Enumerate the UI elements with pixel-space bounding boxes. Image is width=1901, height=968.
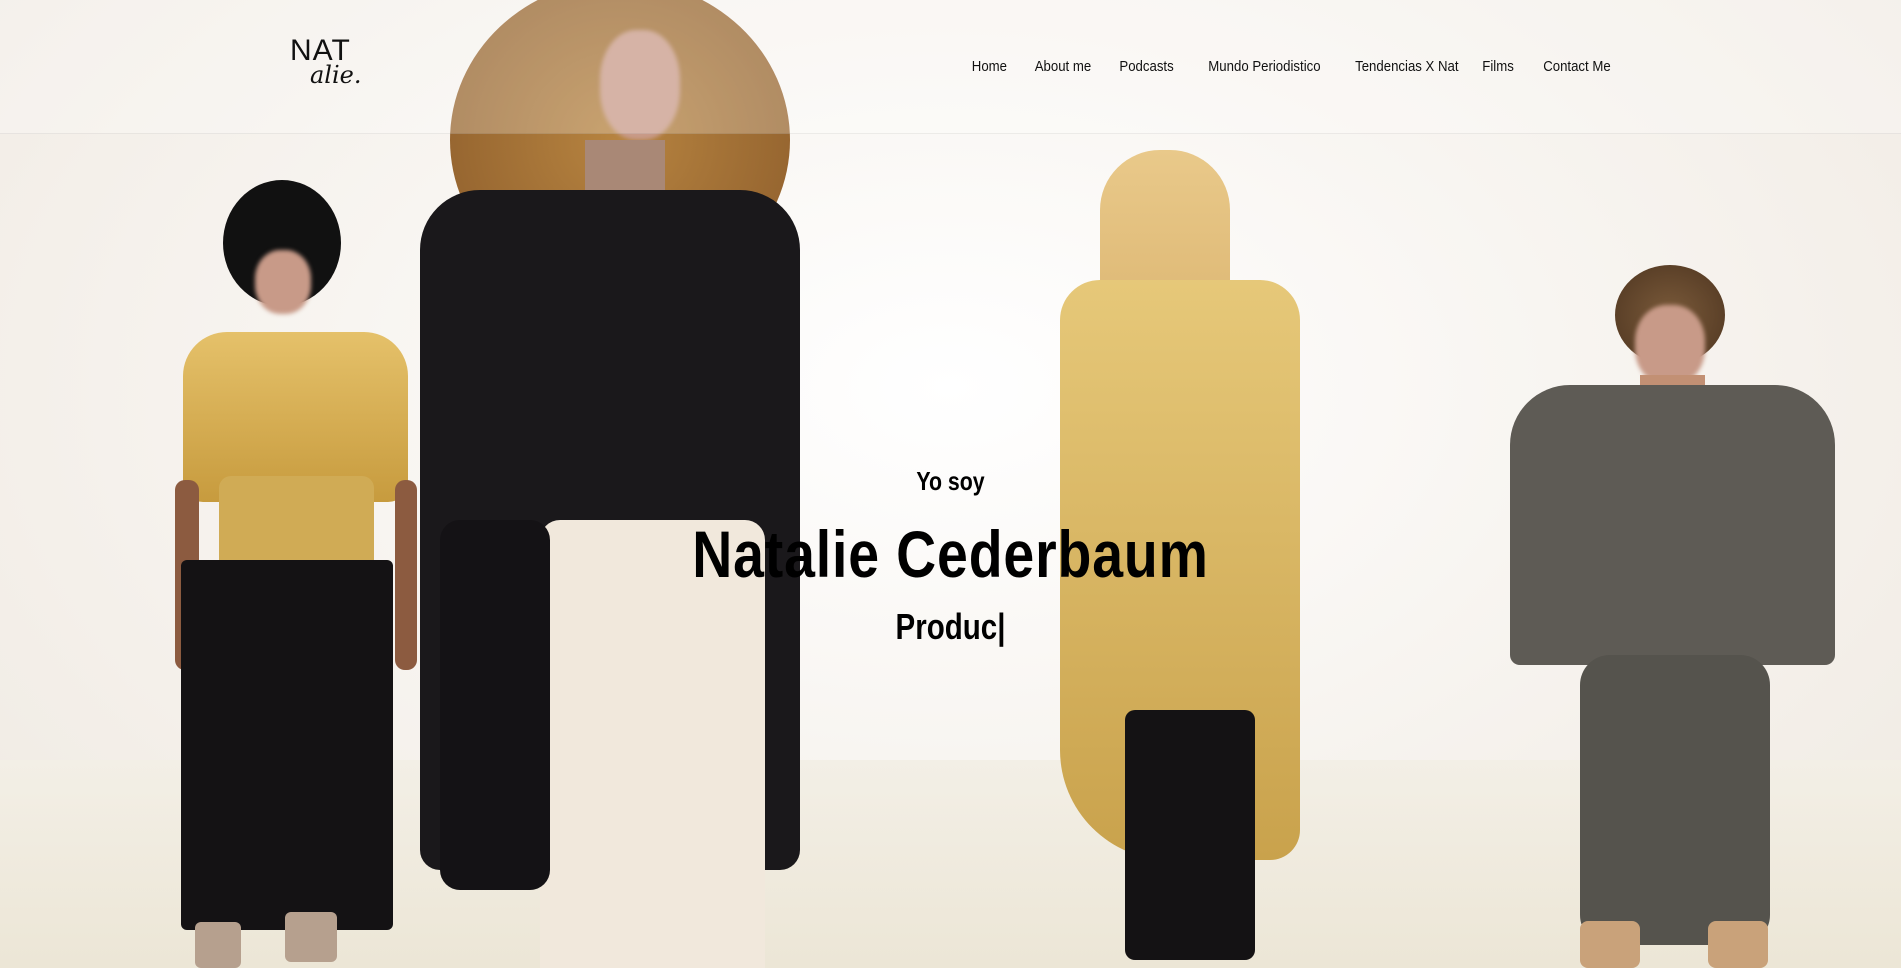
nav-podcasts[interactable]: Podcasts: [1119, 58, 1173, 75]
logo-script-text: alie.: [310, 61, 362, 89]
hero-name: Natalie Cederbaum: [692, 517, 1209, 591]
nav-mundo-periodistico[interactable]: Mundo Periodistico: [1209, 58, 1321, 75]
hero-greeting: Yo soy: [916, 466, 985, 496]
nav-contact-me[interactable]: Contact Me: [1544, 58, 1611, 75]
site-header: NAT alie. Home About me Podcasts Mundo P…: [0, 0, 1901, 134]
nav-home[interactable]: Home: [972, 58, 1007, 75]
nav-films[interactable]: Films: [1483, 58, 1515, 75]
nav-about-me[interactable]: About me: [1035, 58, 1092, 75]
site-logo[interactable]: NAT alie.: [290, 36, 370, 92]
hero-typing-role: Produc|: [895, 606, 1006, 647]
nav-tendencias-x-nat[interactable]: Tendencias X Nat: [1355, 58, 1458, 75]
main-navigation: Home About me Podcasts Mundo Periodistic…: [967, 58, 1611, 75]
